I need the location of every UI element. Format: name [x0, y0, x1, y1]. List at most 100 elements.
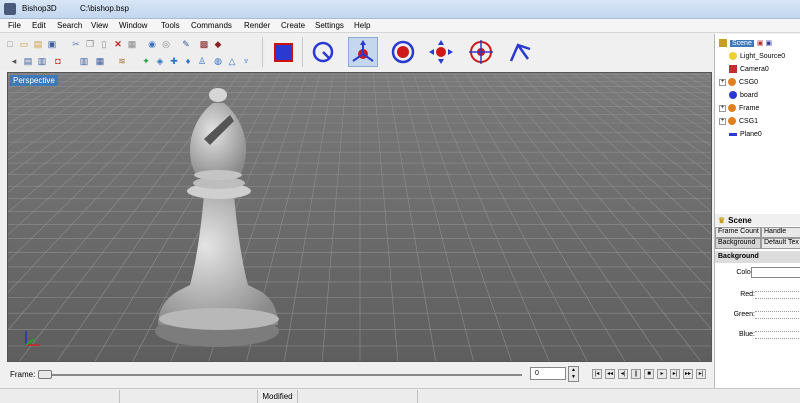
torus-icon[interactable]: △ [226, 55, 238, 67]
render-icon[interactable]: ▩ [198, 38, 210, 50]
csg-icon [728, 117, 736, 125]
green-slider[interactable] [755, 311, 800, 319]
rotate-scale-icon[interactable] [466, 37, 496, 67]
tree-root-scene[interactable]: Scene ▣ ▣ [719, 37, 772, 49]
green-label: Green: [733, 311, 755, 318]
tab-frame-count[interactable]: Frame Count [715, 227, 761, 238]
frame-input[interactable]: 0 [530, 367, 566, 380]
menu-bar: File Edit Search View Window Tools Comma… [0, 19, 800, 33]
menu-render[interactable]: Render [244, 21, 270, 30]
cut-icon[interactable]: ✂ [70, 38, 82, 50]
camera-icon [729, 65, 737, 73]
render-settings-icon[interactable]: ◆ [212, 38, 224, 50]
next-frame-icon[interactable]: ▸| [670, 369, 680, 379]
menu-file[interactable]: File [8, 21, 21, 30]
script-icon[interactable]: ≋ [116, 55, 128, 67]
delete-icon[interactable]: ✕ [112, 38, 124, 50]
bishop3d-app-icon [4, 3, 16, 15]
plane-icon[interactable]: ♆ [240, 55, 252, 67]
tab-default-texture[interactable]: Default Tex [761, 238, 800, 249]
scene-camera-icon[interactable]: ▣ [757, 39, 764, 47]
expand-icon[interactable]: + [719, 78, 726, 86]
prev-frame-icon[interactable]: ◂| [618, 369, 628, 379]
frame-spinner[interactable]: ▲ ▼ [568, 366, 579, 382]
copy-icon[interactable]: ❐ [84, 38, 96, 50]
new-folder-icon[interactable]: ▭ [18, 38, 30, 50]
menu-commands[interactable]: Commands [191, 21, 232, 30]
tree-item-camera[interactable]: Camera0 [729, 63, 769, 75]
menu-settings[interactable]: Settings [315, 21, 344, 30]
light-icon[interactable]: ✦ [140, 55, 152, 67]
status-bar: Modified [0, 388, 800, 403]
tree-item-board[interactable]: board [729, 89, 758, 101]
tree-item-label: CSG1 [739, 117, 759, 125]
tree-item-light[interactable]: Light_Source0 [729, 50, 785, 62]
properties-icon[interactable]: ▦ [126, 38, 138, 50]
layout-icon[interactable]: ▥ [78, 55, 90, 67]
nav-back-icon[interactable]: ◂ [8, 55, 20, 67]
expand-icon[interactable]: + [719, 104, 726, 112]
menu-search[interactable]: Search [57, 21, 82, 30]
paste-icon[interactable]: ▯ [98, 38, 110, 50]
viewport-label[interactable]: Perspective [10, 75, 58, 86]
axis-gizmo [22, 327, 42, 349]
color-swatch[interactable] [751, 267, 800, 278]
red-slider[interactable] [755, 291, 800, 299]
bounding-box-icon[interactable] [268, 37, 298, 67]
tab-background[interactable]: Background [715, 238, 761, 249]
menu-edit[interactable]: Edit [32, 21, 46, 30]
tree-item-csg1[interactable]: + CSG1 [719, 115, 758, 127]
help-icon[interactable]: ✎ [180, 38, 192, 50]
select-icon[interactable] [308, 37, 338, 67]
scale-icon[interactable] [426, 37, 456, 67]
plane-icon [729, 132, 737, 136]
frame-slider-thumb[interactable] [38, 370, 52, 379]
perspective-viewport[interactable]: Perspective [7, 72, 712, 362]
nav-forward-icon[interactable]: ▥ [36, 55, 48, 67]
first-frame-icon[interactable]: |◂ [592, 369, 602, 379]
viewport-scene [8, 73, 711, 361]
green-row: Green: [715, 307, 800, 323]
refresh-icon[interactable]: ◉ [146, 38, 158, 50]
save-icon[interactable]: ▣ [46, 38, 58, 50]
next-key-icon[interactable]: ▸▸ [683, 369, 693, 379]
nav-home-icon[interactable]: ▤ [22, 55, 34, 67]
tree-item-csg0[interactable]: + CSG0 [719, 76, 758, 88]
stop-icon[interactable]: ■ [644, 369, 654, 379]
scene-icon [719, 39, 727, 47]
last-frame-icon[interactable]: ▸| [696, 369, 706, 379]
frame-slider-track[interactable] [38, 374, 522, 376]
background-section: Background [715, 251, 800, 263]
camera-icon[interactable]: ◈ [154, 55, 166, 67]
tree-item-plane[interactable]: Plane0 [729, 128, 762, 140]
window-icon[interactable]: ▦ [94, 55, 106, 67]
tree-item-frame[interactable]: + Frame [719, 102, 759, 114]
scene-settings-icon[interactable]: ▣ [765, 39, 772, 47]
stop-icon[interactable]: ◎ [160, 38, 172, 50]
menu-create[interactable]: Create [281, 21, 305, 30]
pause-icon[interactable]: || [631, 369, 641, 379]
properties-header: ♛ Scene [715, 214, 800, 226]
cone-icon[interactable]: ♙ [196, 55, 208, 67]
properties-title: Scene [728, 215, 752, 225]
nav-close-icon[interactable]: ◘ [52, 55, 64, 67]
open-icon[interactable]: ▤ [32, 38, 44, 50]
cube-icon[interactable]: ◍ [212, 55, 224, 67]
menu-view[interactable]: View [91, 21, 108, 30]
menu-tools[interactable]: Tools [161, 21, 180, 30]
expand-icon[interactable]: + [719, 117, 726, 125]
rotate-icon[interactable] [388, 37, 418, 67]
tree-item-label: Camera0 [740, 65, 769, 73]
sphere-icon[interactable]: ✚ [168, 55, 180, 67]
tab-handle[interactable]: Handle [761, 227, 800, 238]
play-icon[interactable]: ▸ [657, 369, 667, 379]
path-icon[interactable] [506, 37, 536, 67]
move-icon[interactable] [348, 37, 378, 67]
prev-key-icon[interactable]: ◂◂ [605, 369, 615, 379]
menu-window[interactable]: Window [119, 21, 147, 30]
new-icon[interactable]: □ [4, 38, 16, 50]
cylinder-icon[interactable]: ♦ [182, 55, 194, 67]
menu-help[interactable]: Help [354, 21, 370, 30]
scene-panel: Scene ▣ ▣ Light_Source0 Camera0 + CSG0 b… [714, 34, 800, 389]
blue-slider[interactable] [755, 331, 800, 339]
